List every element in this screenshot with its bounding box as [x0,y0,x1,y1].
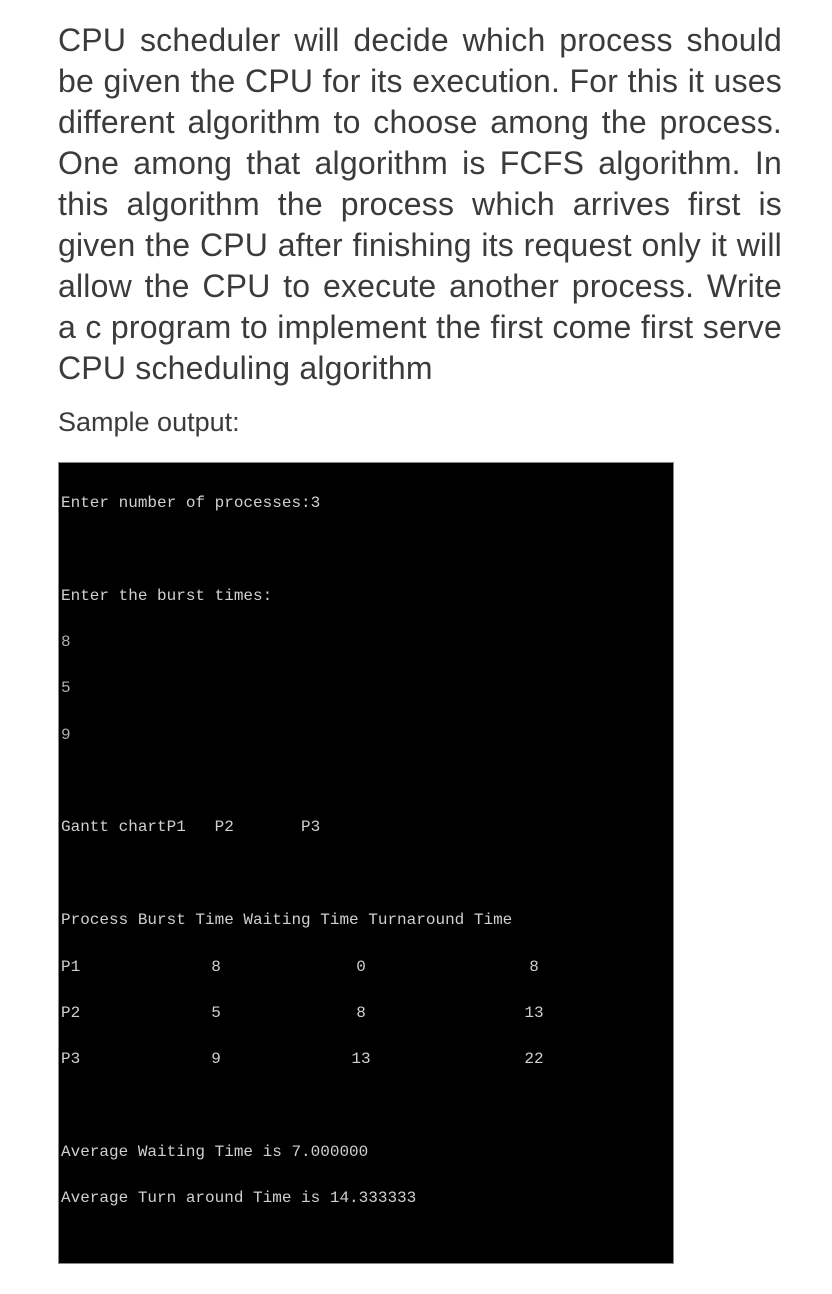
row-process: P1 [61,956,151,979]
row-turn: 8 [441,956,667,979]
sample-output-label: Sample output: [58,407,782,438]
terminal-table-row: P391322 [59,1048,673,1071]
document-page: CPU scheduler will decide which process … [0,0,832,1294]
terminal-line-enter-burst: Enter the burst times: [59,585,673,608]
terminal-blank-line [59,770,673,793]
question-text: CPU scheduler will decide which process … [58,20,782,389]
terminal-blank-line [59,863,673,886]
row-wait: 8 [281,1002,441,1025]
row-process: P2 [61,1002,151,1025]
terminal-table-row: P25813 [59,1002,673,1025]
row-burst: 9 [151,1048,281,1071]
row-wait: 13 [281,1048,441,1071]
terminal-line-enter-processes: Enter number of processes:3 [59,492,673,515]
row-process: P3 [61,1048,151,1071]
terminal-table-row: P1808 [59,956,673,979]
terminal-blank-line [59,1095,673,1118]
row-turn: 13 [441,1002,667,1025]
terminal-gantt-line: Gantt chartP1 P2 P3 [59,816,673,839]
terminal-avg-wait: Average Waiting Time is 7.000000 [59,1141,673,1164]
row-turn: 22 [441,1048,667,1071]
row-burst: 8 [151,956,281,979]
terminal-blank-line [59,538,673,561]
terminal-burst-input-1: 5 [59,677,673,700]
terminal-burst-input-2: 9 [59,724,673,747]
row-burst: 5 [151,1002,281,1025]
terminal-avg-turn: Average Turn around Time is 14.333333 [59,1187,673,1210]
terminal-output: Enter number of processes:3 Enter the bu… [58,462,674,1264]
row-wait: 0 [281,956,441,979]
terminal-burst-input-0: 8 [59,631,673,654]
terminal-container: Enter number of processes:3 Enter the bu… [58,462,782,1264]
terminal-table-header: Process Burst Time Waiting Time Turnarou… [59,909,673,932]
